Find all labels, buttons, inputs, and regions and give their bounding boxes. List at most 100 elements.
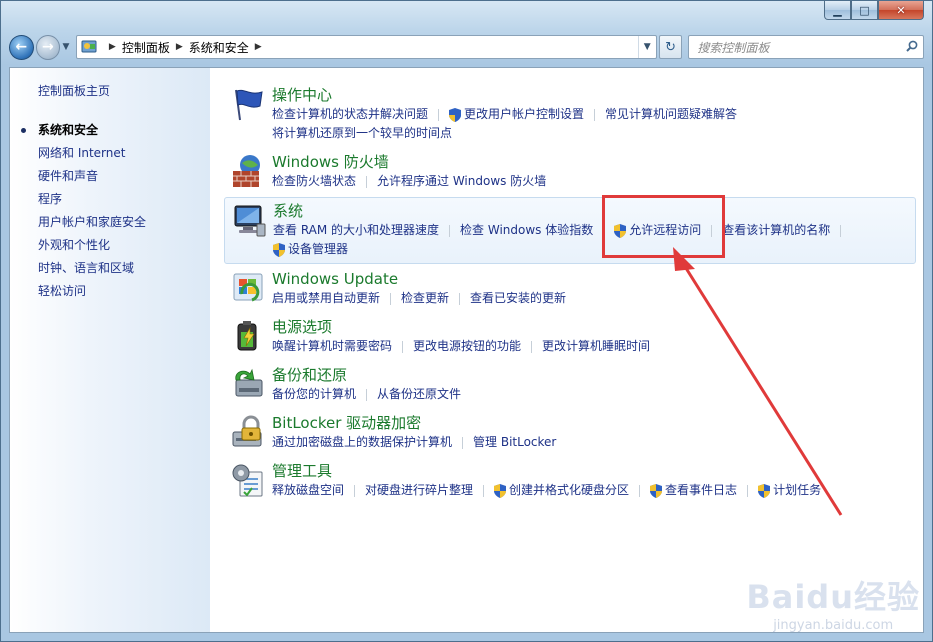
link-device-manager[interactable]: 设备管理器 [273, 240, 348, 259]
category-power: 电源选项 唤醒计算机时需要密码 更改电源按钮的功能 更改计算机睡眠时间 [224, 314, 916, 360]
link-schedule-tasks[interactable]: 计划任务 [758, 481, 821, 500]
search-icon[interactable] [906, 40, 918, 55]
sidebar-item-clock-region[interactable]: 时钟、语言和区域 [38, 257, 210, 280]
category-system: 系统 查看 RAM 的大小和处理器速度 检查 Windows 体验指数 允许远程… [224, 197, 916, 264]
link-encrypt-protect[interactable]: 通过加密磁盘上的数据保护计算机 [272, 433, 473, 452]
link-allow-remote-access[interactable]: 允许远程访问 [614, 221, 722, 240]
link-event-logs[interactable]: 查看事件日志 [650, 481, 758, 500]
breadcrumb-system-security[interactable]: 系统和安全 [189, 39, 249, 56]
sidebar-item-user-accounts[interactable]: 用户帐户和家庭安全 [38, 211, 210, 234]
sidebar-item-appearance[interactable]: 外观和个性化 [38, 234, 210, 257]
admin-tools-icon [230, 462, 266, 498]
refresh-icon: ↻ [665, 39, 676, 55]
breadcrumb-separator[interactable]: ▶ [176, 42, 183, 52]
admin-tools-title[interactable]: 管理工具 [272, 462, 916, 481]
uac-shield-icon [614, 223, 627, 238]
system-title[interactable]: 系统 [273, 202, 915, 221]
link-create-partition-label: 创建并格式化硬盘分区 [509, 483, 630, 497]
uac-shield-icon [758, 483, 771, 498]
sidebar-item-ease-of-access[interactable]: 轻松访问 [38, 280, 210, 303]
recent-pages-dropdown[interactable]: ▼ [60, 42, 72, 52]
sidebar-item-system-security[interactable]: 系统和安全 [21, 119, 210, 142]
link-computer-name[interactable]: 查看该计算机的名称 [722, 221, 851, 240]
link-manage-bitlocker[interactable]: 管理 BitLocker [473, 433, 556, 452]
bitlocker-title[interactable]: BitLocker 驱动器加密 [272, 414, 916, 433]
category-list: 操作中心 检查计算机的状态并解决问题 更改用户帐户控制设置 常见计算机问题疑难解… [210, 68, 923, 632]
sidebar-item-network[interactable]: 网络和 Internet [38, 142, 210, 165]
baidu-watermark: Baidu经验 jingyan.baidu.com [746, 572, 920, 633]
firewall-title[interactable]: Windows 防火墙 [272, 153, 916, 172]
link-power-button[interactable]: 更改电源按钮的功能 [413, 337, 542, 356]
link-allow-program[interactable]: 允许程序通过 Windows 防火墙 [377, 172, 546, 191]
link-experience-index[interactable]: 检查 Windows 体验指数 [460, 221, 614, 240]
power-title[interactable]: 电源选项 [272, 318, 916, 337]
link-restore-files[interactable]: 从备份还原文件 [377, 385, 461, 404]
forward-button[interactable]: → [35, 34, 61, 60]
action-center-title[interactable]: 操作中心 [272, 86, 916, 105]
link-view-ram[interactable]: 查看 RAM 的大小和处理器速度 [273, 221, 460, 240]
control-panel-icon [81, 39, 99, 55]
back-button[interactable]: ← [9, 34, 34, 60]
category-admin-tools: 管理工具 释放磁盘空间 对硬盘进行碎片整理 创建并格式化硬盘分区 查看事件日志 … [224, 458, 916, 504]
link-firewall-status[interactable]: 检查防火墙状态 [272, 172, 377, 191]
link-defragment[interactable]: 对硬盘进行碎片整理 [365, 481, 494, 500]
sidebar: 控制面板主页 系统和安全 网络和 Internet 硬件和声音 程序 用户帐户和… [10, 68, 210, 632]
sidebar-home-link[interactable]: 控制面板主页 [38, 82, 210, 99]
bitlocker-icon [230, 414, 266, 450]
search-input[interactable]: 搜索控制面板 [688, 35, 924, 59]
link-disk-cleanup[interactable]: 释放磁盘空间 [272, 481, 365, 500]
windows-update-icon [230, 270, 266, 306]
link-auto-update[interactable]: 启用或禁用自动更新 [272, 289, 401, 308]
category-action-center: 操作中心 检查计算机的状态并解决问题 更改用户帐户控制设置 常见计算机问题疑难解… [224, 82, 916, 147]
link-uac-settings-label: 更改用户帐户控制设置 [464, 107, 585, 121]
link-restore-point[interactable]: 将计算机还原到一个较早的时间点 [272, 124, 452, 143]
caption-buttons: ▁ □ ✕ [824, 1, 924, 20]
navigation-bar: ← → ▼ ▶ 控制面板 ▶ 系统和安全 ▶ ▼ ↻ 搜索控制面板 [9, 33, 924, 61]
link-create-partition[interactable]: 创建并格式化硬盘分区 [494, 481, 650, 500]
breadcrumb-separator[interactable]: ▶ [255, 42, 262, 52]
link-allow-remote-access-label: 允许远程访问 [629, 223, 702, 237]
battery-icon [230, 318, 266, 354]
link-event-logs-label: 查看事件日志 [665, 483, 738, 497]
address-dropdown[interactable]: ▼ [637, 36, 656, 58]
maximize-button[interactable]: □ [851, 1, 878, 20]
breadcrumb-separator[interactable]: ▶ [109, 42, 116, 52]
content-area: 控制面板主页 系统和安全 网络和 Internet 硬件和声音 程序 用户帐户和… [9, 67, 924, 633]
category-firewall: Windows 防火墙 检查防火墙状态 允许程序通过 Windows 防火墙 [224, 149, 916, 195]
link-wake-password[interactable]: 唤醒计算机时需要密码 [272, 337, 413, 356]
back-arrow-icon: ← [15, 39, 28, 55]
address-bar[interactable]: ▶ 控制面板 ▶ 系统和安全 ▶ ▼ [75, 35, 657, 59]
sidebar-item-hardware[interactable]: 硬件和声音 [38, 165, 210, 188]
computer-icon [231, 202, 267, 238]
close-button[interactable]: ✕ [878, 1, 924, 20]
refresh-button[interactable]: ↻ [658, 35, 683, 59]
watermark-sub: jingyan.baidu.com [773, 618, 894, 633]
category-bitlocker: BitLocker 驱动器加密 通过加密磁盘上的数据保护计算机 管理 BitLo… [224, 410, 916, 456]
search-placeholder: 搜索控制面板 [697, 40, 770, 55]
forward-arrow-icon: → [41, 39, 54, 55]
firewall-icon [230, 153, 266, 189]
link-uac-settings[interactable]: 更改用户帐户控制设置 [449, 105, 605, 124]
link-device-manager-label: 设备管理器 [288, 242, 349, 256]
link-backup-computer[interactable]: 备份您的计算机 [272, 385, 377, 404]
link-check-status[interactable]: 检查计算机的状态并解决问题 [272, 105, 449, 124]
uac-shield-icon [273, 242, 285, 257]
link-installed-updates[interactable]: 查看已安装的更新 [470, 289, 566, 308]
link-schedule-tasks-label: 计划任务 [773, 483, 822, 497]
sidebar-item-programs[interactable]: 程序 [38, 188, 210, 211]
minimize-button[interactable]: ▁ [824, 1, 851, 20]
breadcrumb-control-panel[interactable]: 控制面板 [122, 39, 170, 56]
uac-shield-icon [650, 483, 663, 498]
link-sleep-time[interactable]: 更改计算机睡眠时间 [542, 337, 650, 356]
category-windows-update: Windows Update 启用或禁用自动更新 检查更新 查看已安装的更新 [224, 266, 916, 312]
windows-update-title[interactable]: Windows Update [272, 270, 916, 289]
link-troubleshoot[interactable]: 常见计算机问题疑难解答 [605, 105, 737, 124]
category-backup: 备份和还原 备份您的计算机 从备份还原文件 [224, 362, 916, 408]
flag-icon [230, 86, 266, 122]
link-check-updates[interactable]: 检查更新 [401, 289, 470, 308]
watermark-main: Baidu经验 [746, 578, 920, 616]
uac-shield-icon [449, 107, 462, 122]
backup-title[interactable]: 备份和还原 [272, 366, 916, 385]
uac-shield-icon [494, 483, 507, 498]
control-panel-window: ▁ □ ✕ ← → ▼ ▶ 控制面板 ▶ 系统和安全 ▶ ▼ ↻ 搜索控制面板 … [0, 0, 933, 642]
